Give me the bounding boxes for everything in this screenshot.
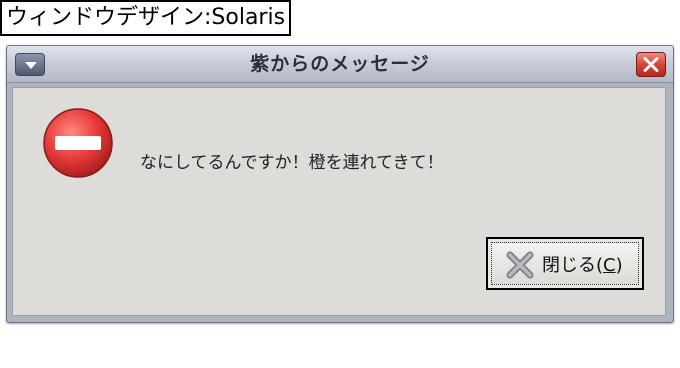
close-button-focus-ring: 閉じる(C) [491, 242, 639, 285]
title-bar[interactable]: 紫からのメッセージ [7, 46, 673, 83]
close-button-mnemonic: C [603, 255, 616, 276]
caption-label: ウィンドウデザイン:Solaris [0, 0, 292, 36]
close-button[interactable]: 閉じる(C) [486, 237, 644, 290]
window-menu-button[interactable] [15, 53, 45, 76]
window-menu-icon [25, 62, 37, 69]
error-stop-icon [43, 108, 113, 178]
x-icon [506, 251, 534, 279]
close-button-label: 閉じる(C) [542, 243, 623, 288]
close-button-label-suffix: ) [615, 255, 623, 276]
dialog-body: なにしてるんですか！橙を連れてきて！ 閉じる(C) [12, 87, 666, 316]
window-close-button[interactable] [636, 52, 666, 77]
dialog-title: 紫からのメッセージ [250, 53, 430, 75]
close-button-label-prefix: 閉じる( [542, 255, 604, 276]
dialog-message: なにしてるんですか！橙を連れてきて！ [140, 153, 444, 173]
message-dialog: 紫からのメッセージ なにしてるんですか！橙を連れてきて！ 閉じる(C) [6, 45, 674, 323]
close-icon [643, 57, 659, 72]
